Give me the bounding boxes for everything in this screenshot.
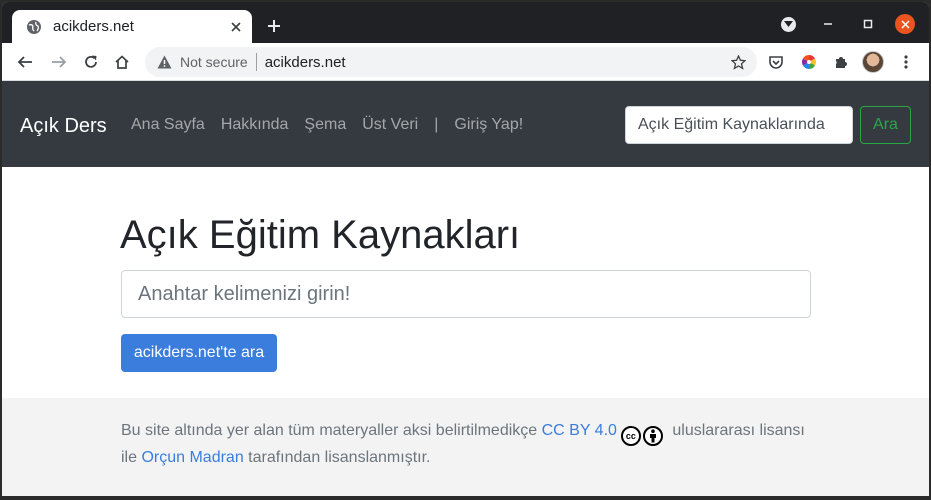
nav-link-about[interactable]: Hakkında xyxy=(221,116,289,134)
security-label[interactable]: Not secure xyxy=(180,54,248,70)
globe-icon xyxy=(26,19,42,35)
browser-window: acikders.net Not secure acikders.net Açı… xyxy=(2,2,929,496)
nav-link-home[interactable]: Ana Sayfa xyxy=(131,116,205,134)
nav-link-metadata[interactable]: Üst Veri xyxy=(362,116,418,134)
nav-link-schema[interactable]: Şema xyxy=(304,116,346,134)
nav-links: Ana Sayfa Hakkında Şema Üst Veri | Giriş… xyxy=(131,116,539,134)
site-footer: Bu site altında yer alan tüm materyaller… xyxy=(2,398,929,496)
url-text[interactable]: acikders.net xyxy=(265,54,727,71)
nav-divider: | xyxy=(434,116,439,133)
cc-license-icons[interactable]: cc xyxy=(620,426,665,446)
tab-search-dropdown[interactable] xyxy=(778,14,798,34)
home-icon[interactable] xyxy=(111,51,133,73)
close-icon[interactable] xyxy=(226,17,246,37)
footer-text-part: Bu site altında yer alan tüm materyaller… xyxy=(121,422,542,439)
warning-icon[interactable] xyxy=(156,54,172,70)
tab-strip: acikders.net xyxy=(2,2,929,43)
footer-license-text: Bu site altında yer alan tüm materyaller… xyxy=(121,419,821,470)
footer-text-part: tarafından lisanslanmıştır. xyxy=(243,449,431,466)
avatar[interactable] xyxy=(862,51,884,73)
close-window-icon xyxy=(895,14,915,34)
page-title: Açık Eğitim Kaynakları xyxy=(120,213,521,257)
nav-link-login[interactable]: Giriş Yap! xyxy=(454,116,523,134)
divider xyxy=(255,53,257,71)
reload-icon[interactable] xyxy=(80,51,102,73)
cc-icon: cc xyxy=(620,426,641,446)
browser-tab[interactable]: acikders.net xyxy=(12,10,252,43)
nav-search-input[interactable]: Açık Eğitim Kaynaklarında xyxy=(625,106,853,144)
star-icon[interactable] xyxy=(727,51,749,73)
back-icon[interactable] xyxy=(14,51,36,73)
chevron-down-icon xyxy=(780,16,796,32)
tab-title: acikders.net xyxy=(53,18,134,35)
color-wheel-icon[interactable] xyxy=(798,51,820,73)
nav-search-button[interactable]: Ara xyxy=(860,106,911,144)
site-navbar: Açık Ders Ana Sayfa Hakkında Şema Üst Ve… xyxy=(2,81,929,167)
plus-icon[interactable] xyxy=(264,16,284,36)
forward-icon[interactable] xyxy=(48,51,70,73)
maximize-icon[interactable] xyxy=(858,14,878,34)
pocket-icon[interactable] xyxy=(765,51,787,73)
keyword-search-input[interactable]: Anahtar kelimenizi girin! xyxy=(121,270,811,318)
license-link[interactable]: CC BY 4.0 xyxy=(542,422,617,439)
menu-icon[interactable] xyxy=(895,51,917,73)
extensions-icon[interactable] xyxy=(830,51,852,73)
address-bar[interactable]: Not secure acikders.net xyxy=(145,47,757,77)
web-page: Açık Ders Ana Sayfa Hakkında Şema Üst Ve… xyxy=(2,81,929,496)
minimize-icon[interactable] xyxy=(818,14,838,34)
search-button[interactable]: acikders.net'te ara xyxy=(121,334,277,372)
by-attribution-icon xyxy=(642,426,663,446)
browser-toolbar: Not secure acikders.net xyxy=(2,43,929,81)
close-window-button[interactable] xyxy=(895,14,915,34)
site-brand[interactable]: Açık Ders xyxy=(20,115,107,138)
author-link[interactable]: Orçun Madran xyxy=(141,449,243,466)
